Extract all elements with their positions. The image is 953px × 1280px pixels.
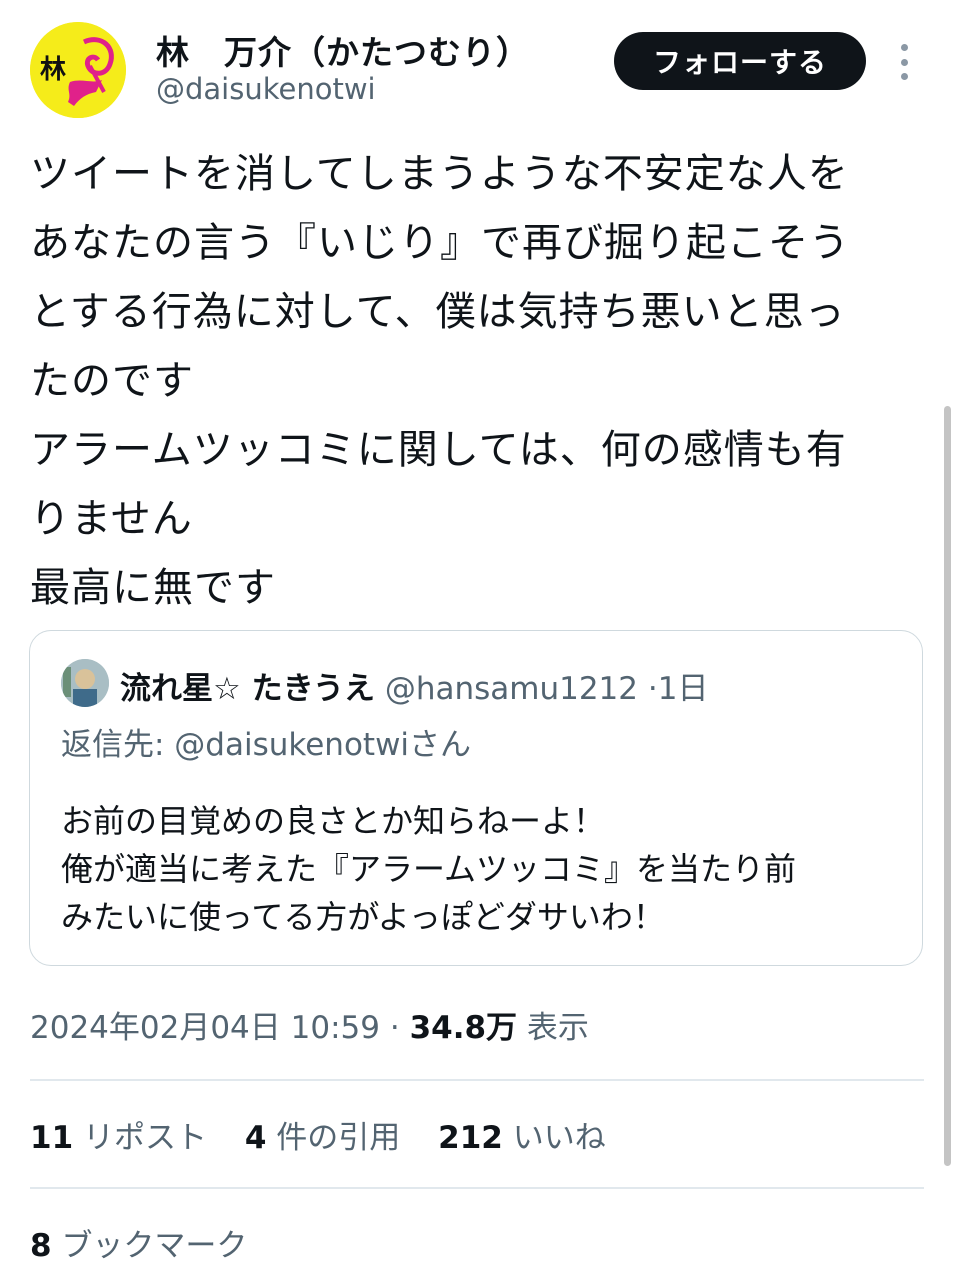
- quotes-label: 件の引用: [276, 1120, 401, 1156]
- bookmarks-label: ブックマーク: [61, 1228, 248, 1264]
- tweet-header: 林 林 万介（かたつむり） @daisukenotwi フォローする: [0, 0, 953, 130]
- dot: [900, 44, 908, 51]
- author-avatar[interactable]: 林: [30, 22, 126, 118]
- tweet-line: あなたの言う『いじり』で再び掘り起こそう: [30, 220, 850, 266]
- view-count: 34.8万: [409, 1010, 518, 1046]
- author-display-name[interactable]: 林 万介（かたつむり）: [156, 26, 530, 74]
- reposts-stat[interactable]: 11 リポスト: [30, 1112, 207, 1157]
- tweet-line: ツイートを消してしまうような不安定な人を: [30, 151, 849, 197]
- quoted-author-handle[interactable]: @hansamu1212: [385, 671, 638, 707]
- tweet-body: ツイートを消してしまうような不安定な人を あなたの言う『いじり』で再び掘り起こそ…: [30, 140, 920, 623]
- dot: [900, 73, 908, 80]
- quoted-line: みたいに使ってる方がよっぽどダサいわ！: [61, 898, 665, 936]
- tweet-meta: 2024年02月04日 10:59 · 34.8万 表示: [30, 1002, 589, 1047]
- likes-label: いいね: [512, 1120, 606, 1156]
- tweet-line: 最高に無です: [30, 565, 276, 611]
- tweet-timestamp[interactable]: 2024年02月04日 10:59: [30, 1010, 380, 1046]
- quotes-count: 4: [244, 1120, 267, 1156]
- reply-to-label: 返信先: @daisukenotwiさん: [61, 727, 472, 763]
- dot: [900, 58, 908, 66]
- quoted-author-avatar[interactable]: [61, 659, 109, 707]
- quoted-header: 流れ星☆ たきうえ @hansamu1212 ·1日: [120, 663, 708, 708]
- divider: [30, 1187, 924, 1189]
- separator: ·: [389, 1010, 400, 1046]
- tweet-line: とする行為に対して、僕は気持ち悪いと思っ: [30, 289, 846, 335]
- engagement-stats: 11 リポスト 4 件の引用 212 いいね: [30, 1112, 634, 1157]
- likes-count: 212: [438, 1120, 503, 1156]
- quoted-line: お前の目覚めの良さとか知らねーよ！: [61, 802, 606, 840]
- quoted-author-name[interactable]: 流れ星☆ たきうえ: [120, 671, 375, 707]
- author-handle[interactable]: @daisukenotwi: [156, 72, 376, 106]
- follow-button[interactable]: フォローする: [614, 32, 866, 90]
- view-label: 表示: [526, 1010, 589, 1046]
- bookmarks-stat[interactable]: 8 ブックマーク: [30, 1220, 247, 1265]
- tweet-line: たのです: [30, 358, 194, 404]
- bookmarks-count: 8: [30, 1228, 52, 1264]
- tweet-line: りません: [30, 496, 193, 542]
- quoted-line: 俺が適当に考えた『アラームツッコミ』を当たり前: [61, 850, 797, 888]
- divider: [30, 1079, 924, 1081]
- avatar-logo-text: 林: [40, 55, 66, 85]
- reposts-label: リポスト: [83, 1120, 207, 1156]
- likes-stat[interactable]: 212 いいね: [438, 1112, 606, 1157]
- tweet-line: アラームツッコミに関しては、何の感情も有: [30, 427, 847, 473]
- quotes-stat[interactable]: 4 件の引用: [245, 1112, 400, 1157]
- reposts-count: 11: [30, 1120, 74, 1156]
- scrollbar[interactable]: [944, 406, 951, 1166]
- separator: ·: [647, 671, 658, 707]
- quoted-body: お前の目覚めの良さとか知らねーよ！ 俺が適当に考えた『アラームツッコミ』を当たり…: [61, 797, 911, 941]
- quoted-time[interactable]: 1日: [658, 671, 709, 707]
- quoted-tweet-card[interactable]: 流れ星☆ たきうえ @hansamu1212 ·1日 返信先: @daisuke…: [29, 630, 923, 966]
- more-vertical-icon[interactable]: [893, 44, 915, 80]
